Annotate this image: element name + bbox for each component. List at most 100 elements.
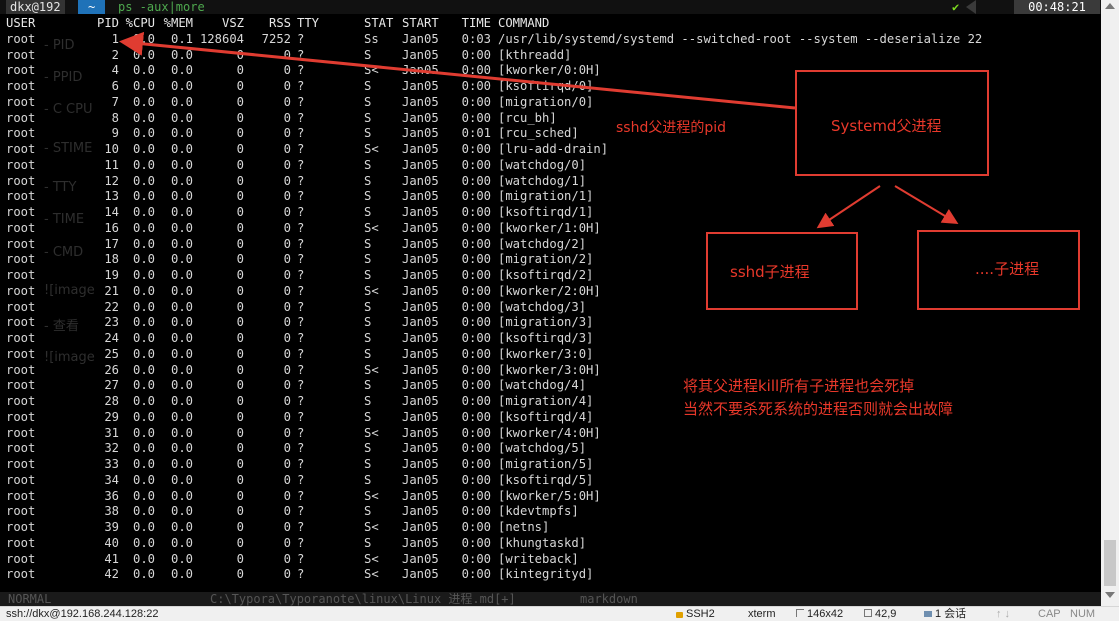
cell-time: 0:00 xyxy=(461,362,491,377)
cell-rss: 0 xyxy=(283,472,291,487)
cell-vsz: 0 xyxy=(236,441,244,456)
cell-stat: S xyxy=(364,441,372,456)
cell-user: root xyxy=(6,457,36,471)
cell-rss: 0 xyxy=(283,220,291,235)
vertical-scrollbar[interactable] xyxy=(1101,0,1119,606)
vim-file: C:\Typora\Typoranote\linux\Linux 进程.md[+… xyxy=(210,592,516,606)
cell-rss: 0 xyxy=(283,457,291,471)
cell-command: [rcu_bh] xyxy=(498,110,557,125)
cell-pid: 26 xyxy=(104,362,119,377)
cell-tty: ? xyxy=(297,299,305,314)
cell-cpu: 0.0 xyxy=(132,283,155,298)
cell-start: Jan05 xyxy=(402,441,439,456)
cell-tty: ? xyxy=(297,378,305,393)
cell-vsz: 0 xyxy=(236,173,244,188)
vim-status-line: NORMAL C:\Typora\Typoranote\linux\Linux … xyxy=(0,592,1101,606)
cell-start: Jan05 xyxy=(402,378,439,393)
cell-tty: ? xyxy=(297,189,305,204)
cell-vsz: 0 xyxy=(236,362,244,377)
cell-time: 0:00 xyxy=(461,567,491,582)
cell-rss: 0 xyxy=(283,504,291,519)
cell-tty: ? xyxy=(297,457,305,471)
cell-time: 0:00 xyxy=(461,47,491,62)
cell-vsz: 0 xyxy=(236,252,244,267)
cell-vsz: 0 xyxy=(236,126,244,141)
cell-time: 0:00 xyxy=(461,394,491,408)
cell-mem: 0.0 xyxy=(170,394,193,408)
cell-vsz: 0 xyxy=(236,535,244,550)
cell-pid: 14 xyxy=(104,205,119,219)
cell-stat: S xyxy=(364,409,372,424)
header-pid: PID xyxy=(96,16,119,30)
cell-vsz: 0 xyxy=(236,47,244,62)
cell-user: root xyxy=(6,283,36,298)
cell-cpu: 0.0 xyxy=(132,142,155,156)
cell-start: Jan05 xyxy=(402,157,439,172)
cell-tty: ? xyxy=(297,567,305,582)
cell-pid: 13 xyxy=(104,189,119,204)
cursor-position: 42,9 xyxy=(864,607,896,621)
cell-start: Jan05 xyxy=(402,315,439,330)
cell-mem: 0.0 xyxy=(170,283,193,298)
cell-vsz: 0 xyxy=(236,315,244,330)
cell-tty: ? xyxy=(297,315,305,330)
cell-rss: 0 xyxy=(283,535,291,550)
cell-stat: S< xyxy=(364,425,379,440)
cell-pid: 31 xyxy=(104,425,119,440)
cell-stat: S xyxy=(364,94,372,109)
cell-cpu: 0.0 xyxy=(132,331,155,345)
cell-start: Jan05 xyxy=(402,63,439,78)
cell-tty: ? xyxy=(297,551,305,566)
cell-user: root xyxy=(6,520,36,534)
terminal-window[interactable]: - PID - PPID - C CPU - STIME - TTY - TIME - CM… xyxy=(0,0,1101,592)
cell-tty: ? xyxy=(297,409,305,424)
cell-vsz: 0 xyxy=(236,425,244,440)
cell-user: root xyxy=(6,535,36,550)
cell-time: 0:00 xyxy=(461,441,491,456)
cell-command: [khungtaskd] xyxy=(498,535,587,550)
cell-tty: ? xyxy=(297,472,305,487)
cell-command: [ksoftirqd/4] xyxy=(498,409,594,424)
cell-pid: 40 xyxy=(104,535,119,550)
cell-stat: Ss xyxy=(364,31,379,46)
scroll-down-icon[interactable] xyxy=(1105,592,1115,598)
cell-tty: ? xyxy=(297,220,305,235)
cell-start: Jan05 xyxy=(402,331,439,345)
cell-mem: 0.0 xyxy=(170,362,193,377)
cell-pid: 2 xyxy=(111,47,119,62)
cell-time: 0:00 xyxy=(461,63,491,78)
cell-pid: 28 xyxy=(104,394,119,408)
cell-cpu: 0.0 xyxy=(132,315,155,330)
cell-command: [kintegrityd] xyxy=(498,567,594,582)
cell-rss: 0 xyxy=(283,362,291,377)
cell-user: root xyxy=(6,126,36,141)
cell-tty: ? xyxy=(297,362,305,377)
cell-cpu: 0.0 xyxy=(132,189,155,204)
cell-rss: 0 xyxy=(283,425,291,440)
cell-vsz: 0 xyxy=(236,409,244,424)
arrow-label: sshd父进程的pid xyxy=(616,120,727,136)
cell-command: [migration/2] xyxy=(498,252,594,267)
cell-pid: 32 xyxy=(104,441,119,456)
connection-string: ssh://dkx@192.168.244.128:22 xyxy=(6,608,159,620)
cell-start: Jan05 xyxy=(402,488,439,503)
header-cpu: %CPU xyxy=(125,16,155,30)
cell-vsz: 0 xyxy=(236,63,244,78)
cell-cpu: 0.0 xyxy=(132,252,155,267)
scroll-thumb[interactable] xyxy=(1104,540,1116,586)
scroll-up-icon[interactable] xyxy=(1105,3,1115,9)
cell-command: [kworker/3:0] xyxy=(498,346,594,361)
cell-cpu: 0.0 xyxy=(132,346,155,361)
cell-start: Jan05 xyxy=(402,394,439,408)
cell-command: [ksoftirqd/5] xyxy=(498,472,594,487)
cell-rss: 0 xyxy=(283,205,291,219)
cell-stat: S< xyxy=(364,283,379,298)
cell-command: [kworker/4:0H] xyxy=(498,425,601,440)
terminal-size: 146x42 xyxy=(796,607,843,621)
cell-time: 0:00 xyxy=(461,283,491,298)
cell-mem: 0.0 xyxy=(170,504,193,519)
cell-stat: S xyxy=(364,157,372,172)
cell-command: [watchdog/5] xyxy=(498,441,587,456)
prompt-clock: 00:48:21 xyxy=(1014,0,1100,14)
cell-pid: 22 xyxy=(104,299,119,314)
